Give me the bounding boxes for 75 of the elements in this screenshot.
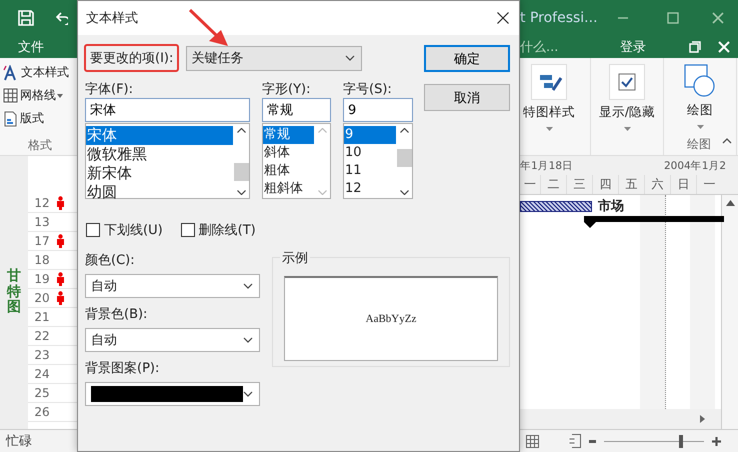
day-label: 一 bbox=[696, 175, 722, 194]
list-item[interactable]: 幼圆 bbox=[86, 183, 233, 202]
preview-text: AaBbYyZz bbox=[366, 313, 416, 325]
list-box[interactable]: 宋体 微软雅黑 新宋体 幼圆 bbox=[85, 123, 250, 199]
status-text: 忙碌 bbox=[6, 433, 32, 450]
ribbon-button[interactable]: 绘图 bbox=[687, 102, 713, 119]
row-number: 12 bbox=[33, 196, 51, 210]
list-item[interactable]: 12 bbox=[344, 180, 396, 198]
size-input[interactable]: 9 bbox=[343, 98, 413, 122]
row-number: 20 bbox=[33, 291, 51, 305]
item-dropdown[interactable]: 关键任务 bbox=[186, 46, 362, 70]
style-input[interactable]: 常规 bbox=[262, 98, 331, 122]
window-title: t Professi... bbox=[520, 10, 598, 26]
list-item[interactable]: 斜体 bbox=[263, 144, 314, 162]
row-number: 25 bbox=[33, 386, 51, 400]
cancel-button[interactable]: 取消 bbox=[424, 84, 510, 111]
field-label: 字号(S): bbox=[343, 81, 393, 98]
row-number: 17 bbox=[33, 234, 51, 248]
list-item[interactable]: 新宋体 bbox=[86, 164, 233, 183]
ribbon-button[interactable]: 显示/隐藏 bbox=[598, 104, 656, 121]
field-label: 颜色(C): bbox=[85, 252, 136, 269]
task-label: 市场 bbox=[598, 198, 624, 215]
list-item[interactable]: 9 bbox=[344, 126, 396, 144]
list-box[interactable]: 9 10 11 12 bbox=[343, 123, 413, 199]
row-number: 24 bbox=[33, 367, 51, 381]
day-label: 三 bbox=[566, 175, 592, 194]
day-label: 四 bbox=[592, 175, 618, 194]
group-label: 格式 bbox=[27, 137, 53, 154]
list-item[interactable]: 微软雅黑 bbox=[86, 145, 233, 164]
field-label: 字形(Y): bbox=[262, 81, 312, 98]
dropdown-value: 自动 bbox=[91, 332, 117, 349]
ok-button[interactable]: 确定 bbox=[424, 45, 510, 72]
tell-me-field[interactable]: 什么... bbox=[520, 38, 620, 56]
list-item[interactable]: 11 bbox=[344, 162, 396, 180]
list-item[interactable]: 粗体 bbox=[263, 162, 314, 180]
timescale-label: 2004年1月2 bbox=[664, 158, 726, 172]
field-label: 背景色(B): bbox=[85, 306, 148, 323]
field-label: 要更改的项(I): bbox=[90, 51, 174, 66]
menu-tab[interactable]: 文件 bbox=[18, 38, 44, 56]
ribbon-button[interactable]: 文本样式 bbox=[21, 64, 69, 81]
timescale-label: 年1月18日 bbox=[520, 158, 574, 172]
ribbon-button[interactable]: 版式 bbox=[20, 110, 44, 127]
group-label: 示例 bbox=[280, 249, 310, 267]
background-color-dropdown[interactable]: 自动 bbox=[85, 328, 260, 352]
day-label: 一 bbox=[523, 176, 537, 193]
list-box[interactable]: 常规 斜体 粗体 粗斜体 bbox=[262, 123, 331, 199]
font-input[interactable]: 宋体 bbox=[85, 98, 250, 122]
row-number: 21 bbox=[33, 310, 51, 324]
row-number: 26 bbox=[33, 405, 51, 419]
list-item[interactable]: 10 bbox=[344, 144, 396, 162]
day-label: 五 bbox=[618, 175, 644, 194]
dropdown-value: 关键任务 bbox=[191, 50, 244, 67]
day-label: 二 bbox=[540, 175, 566, 194]
dialog-title: 文本样式 bbox=[86, 10, 139, 27]
day-label: 六 bbox=[644, 175, 670, 194]
ribbon-button[interactable]: 网格线 bbox=[20, 87, 56, 104]
field-label: 背景图案(P): bbox=[85, 360, 160, 377]
list-item[interactable]: 常规 bbox=[263, 126, 314, 144]
checkbox-label[interactable]: 删除线(T) bbox=[198, 221, 256, 239]
group-label: 绘图 bbox=[687, 136, 711, 153]
row-number: 13 bbox=[33, 215, 51, 229]
view-label[interactable]: 甘特图 bbox=[7, 269, 21, 316]
day-label: 日 bbox=[670, 175, 696, 194]
row-number: 22 bbox=[33, 329, 51, 343]
field-label: 字体(F): bbox=[85, 81, 134, 98]
list-item[interactable]: 宋体 bbox=[86, 126, 233, 145]
row-number: 18 bbox=[33, 253, 51, 267]
row-number: 23 bbox=[33, 348, 51, 362]
checkbox-label[interactable]: 下划线(U) bbox=[104, 221, 163, 239]
row-number: 19 bbox=[33, 272, 51, 286]
sign-in-link[interactable]: 登录 bbox=[620, 38, 680, 56]
dropdown-value: 自动 bbox=[91, 278, 117, 295]
color-dropdown[interactable]: 自动 bbox=[85, 274, 260, 298]
list-item[interactable]: 粗斜体 bbox=[263, 180, 314, 198]
ribbon-button[interactable]: 特图样式 bbox=[523, 104, 575, 121]
